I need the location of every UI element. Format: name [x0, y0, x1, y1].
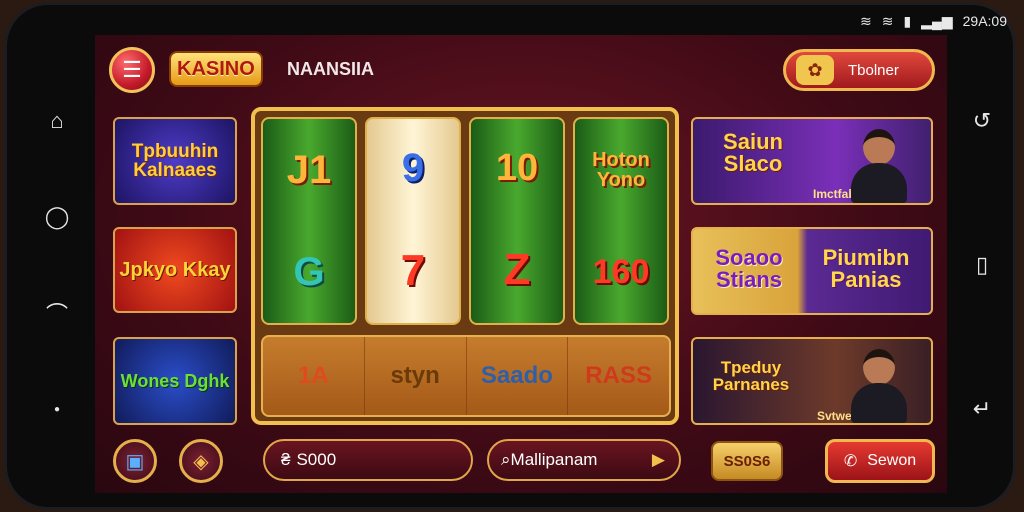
reel-symbol: 10 [495, 146, 539, 189]
nav-right: ↺ ▯ ↵ [962, 105, 1002, 425]
reel-symbol: Hoton Yono [592, 149, 650, 192]
promo-tile-1[interactable]: Saiun Slaco Imctfabniiann [691, 117, 933, 205]
gift-icon: ✿ [796, 55, 834, 85]
gift-box-icon: ▣ [125, 450, 145, 473]
lower-reel-strip: 1A styn Saado RASS [261, 335, 671, 417]
nav-left: ⌂ ◯ ⌒ ● [37, 105, 77, 425]
brand-name: NAANSIIA [287, 59, 375, 79]
phone-frame: ≋ ≋ ▮ ▂▄▆ 29A:09 ⌂ ◯ ⌒ ● ↺ ▯ ↵ ☰ KASINO … [4, 2, 1016, 510]
game-tile-title: Tpbuuhin Kalnaaes [131, 141, 219, 181]
game-tile-title: Jpkyo Kkay [119, 259, 231, 281]
top-action-button[interactable]: ✿ Tbolner [783, 49, 935, 91]
reel-symbol: G [293, 249, 325, 294]
game-tile-3[interactable]: Wones Dghk [113, 337, 237, 425]
wifi-icon: ≋ [859, 12, 872, 29]
call-label: Sewon [867, 452, 917, 469]
host-avatar [851, 349, 907, 423]
gift-box-button[interactable]: ▣ [113, 439, 157, 483]
reel-2: 9 7 [365, 117, 461, 325]
multiplayer-button[interactable]: ⌕ Mallipanam ▶ [487, 439, 681, 481]
game-screen: ☰ KASINO NAANSIIA ✿ Tbolner Tpbuuhin Kal… [95, 35, 947, 493]
back-icon[interactable]: ⌒ [41, 297, 73, 329]
logo: KASINO [169, 51, 263, 87]
reel-symbol: J1 [286, 147, 332, 192]
phone-icon: ✆ [843, 453, 858, 470]
chevron-right-icon: ▶ [651, 450, 665, 469]
bet-chip[interactable]: SS0S6 [711, 441, 783, 481]
bottom-bar: ▣ ◈ ₴ S000 ⌕ Mallipanam ▶ SS0S6 ✆ Sewon [95, 433, 947, 489]
bag-button[interactable]: ◈ [179, 439, 223, 483]
balance-value: S000 [296, 450, 337, 469]
menu-button[interactable]: ☰ [109, 47, 155, 93]
wifi-icon-2: ≋ [881, 12, 894, 29]
reel-symbol: 160 [592, 252, 650, 291]
promo-tile-3[interactable]: Tpeduy Parnanes Svtweulan [691, 337, 933, 425]
strip-cell: styn [365, 337, 467, 415]
clock: 29A:09 [962, 13, 1007, 29]
game-tile-2[interactable]: Jpkyo Kkay [113, 227, 237, 313]
reel-symbol: Z [503, 245, 531, 295]
promo-title-2: Piumibn Panias [822, 245, 910, 292]
pill-icon[interactable]: ▯ [966, 249, 998, 281]
top-action-label: Tbolner [848, 61, 899, 79]
reel-symbol: 9 [401, 146, 425, 191]
rotate-icon[interactable]: ↺ [966, 105, 998, 137]
circle-home-icon[interactable]: ◯ [41, 201, 73, 233]
coins-icon: ₴ [281, 450, 291, 469]
signal-icon: ▂▄▆ [921, 12, 953, 29]
hamburger-icon: ☰ [122, 57, 142, 82]
dot-icon: ● [53, 403, 61, 415]
game-tile-title: Wones Dghk [120, 371, 230, 391]
promo-title: Saiun Slaco [723, 129, 783, 176]
call-button[interactable]: ✆ Sewon [825, 439, 935, 483]
home-icon[interactable]: ⌂ [41, 105, 73, 137]
reel-4: Hoton Yono 160 [573, 117, 669, 325]
strip-cell: RASS [585, 362, 652, 389]
promo-title: Tpeduy Parnanes [712, 358, 790, 394]
balance-display[interactable]: ₴ S000 [263, 439, 473, 481]
reel-3: 10 Z [469, 117, 565, 325]
promo-title: Soaoo Stians [715, 245, 783, 292]
status-bar: ≋ ≋ ▮ ▂▄▆ 29A:09 [707, 11, 1007, 31]
multiplayer-label: Mallipanam [510, 450, 598, 469]
return-icon[interactable]: ↵ [966, 393, 998, 425]
promo-tile-2[interactable]: Soaoo Stians Piumibn Panias [691, 227, 933, 315]
search-icon: ⌕ [501, 450, 511, 469]
strip-cell: 1A [263, 337, 365, 415]
header: ☰ KASINO NAANSIIA ✿ Tbolner [95, 35, 947, 105]
strip-cell: Saado [467, 337, 569, 415]
battery-icon: ▮ [903, 12, 912, 29]
slot-reels[interactable]: J1 G 9 7 10 Z Hoton Yono 160 1A styn Saa… [251, 107, 679, 425]
bag-icon: ◈ [193, 450, 209, 473]
reel-1: J1 G [261, 117, 357, 325]
host-avatar [851, 129, 907, 203]
game-tile-1[interactable]: Tpbuuhin Kalnaaes [113, 117, 237, 205]
reel-symbol: 7 [400, 245, 426, 295]
